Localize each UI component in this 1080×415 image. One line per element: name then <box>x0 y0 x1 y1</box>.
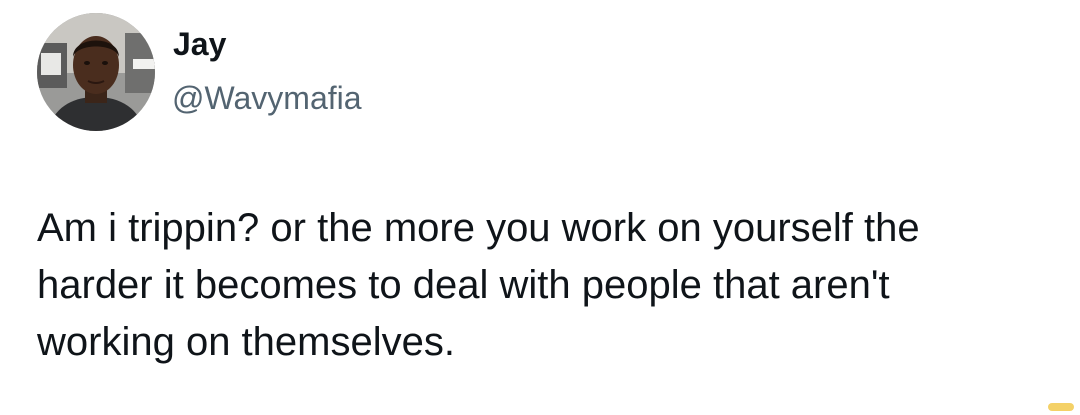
tweet-text: Am i trippin? or the more you work on yo… <box>37 206 920 364</box>
corner-watermark <box>1048 403 1074 411</box>
tweet-card: Jay @Wavymafia Am i trippin? or the more… <box>0 0 1080 415</box>
avatar[interactable] <box>37 13 155 131</box>
author-handle[interactable]: @Wavymafia <box>172 78 362 118</box>
avatar-photo <box>37 13 155 131</box>
author-display-name[interactable]: Jay <box>173 24 226 64</box>
